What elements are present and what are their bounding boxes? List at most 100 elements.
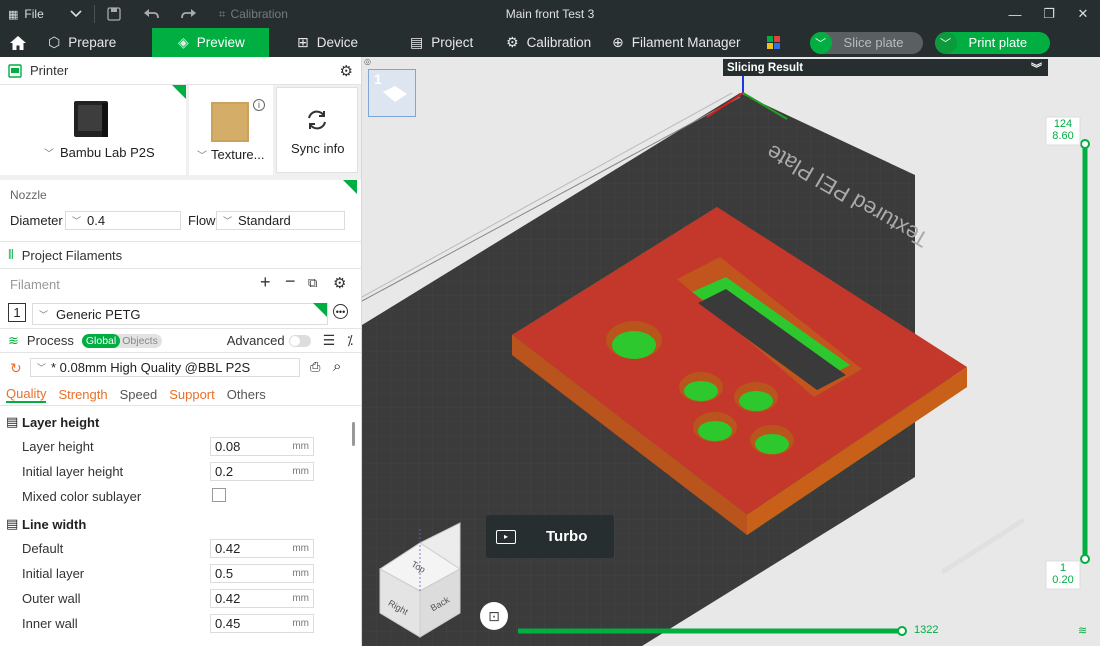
- calibration-menu[interactable]: ⌗ Calibration: [213, 0, 294, 28]
- chevron-down-icon: ﹀: [72, 216, 82, 226]
- toggle-objects[interactable]: Objects: [120, 334, 162, 348]
- sync-info-button[interactable]: Sync info: [276, 87, 358, 173]
- diameter-select[interactable]: ﹀ 0.4: [65, 211, 181, 230]
- home-icon: [10, 35, 26, 50]
- tab-speed[interactable]: Speed: [120, 387, 158, 402]
- tab-calibration[interactable]: ⚙ Calibration: [494, 28, 600, 57]
- multicolor-button[interactable]: [753, 28, 790, 57]
- layer-height-input[interactable]: 0.08 mm: [210, 437, 314, 456]
- home-button[interactable]: [0, 28, 36, 57]
- turbo-badge[interactable]: ▸ Turbo: [486, 515, 614, 558]
- mixed-color-checkbox[interactable]: [212, 488, 226, 502]
- filament-select[interactable]: ﹀ Generic PETG: [32, 303, 328, 325]
- advanced-toggle[interactable]: [288, 334, 311, 347]
- chevron-down-icon: ﹀: [39, 309, 49, 320]
- plate-thumbnail[interactable]: 1: [368, 69, 416, 117]
- global-objects-toggle[interactable]: Global Objects: [81, 333, 162, 348]
- chevron-down-icon[interactable]: ﹀: [809, 31, 832, 54]
- printer-selector[interactable]: ﹀ Bambu Lab P2S: [44, 145, 155, 160]
- plate-selector[interactable]: ﹀ Texture...: [197, 147, 264, 162]
- file-menu[interactable]: ▦ File: [0, 0, 50, 28]
- printer-name: Bambu Lab P2S: [60, 145, 155, 160]
- gear-icon[interactable]: ⚙: [333, 274, 346, 292]
- window-controls: — ❐ ✕: [998, 0, 1100, 28]
- param-value: 0.2: [215, 464, 234, 479]
- info-icon[interactable]: i: [253, 99, 265, 111]
- 3d-viewport[interactable]: Textured PEI Plate Top Right Back 1 ◎ Sl…: [362, 57, 1100, 646]
- minimize-button[interactable]: —: [998, 0, 1032, 28]
- close-button[interactable]: ✕: [1066, 0, 1100, 28]
- tab-quality[interactable]: Quality: [6, 386, 47, 403]
- tab-others[interactable]: Others: [227, 387, 266, 402]
- layer-bottom-number: 1: [1059, 562, 1067, 574]
- tab-support[interactable]: Support: [169, 387, 215, 402]
- tab-preview-label: Preview: [196, 35, 245, 50]
- collapse-icon[interactable]: ︾: [1031, 60, 1042, 76]
- chevron-down-icon: ﹀: [223, 216, 233, 226]
- selected-corner: [313, 303, 327, 317]
- tab-project-label: Project: [431, 35, 474, 50]
- param-value: 0.42: [215, 591, 241, 606]
- save-preset-icon[interactable]: ⎙: [310, 359, 320, 375]
- tab-preview[interactable]: ◈ Preview: [152, 28, 269, 57]
- initial-layer-line-width-input[interactable]: 0.5 mm: [210, 564, 314, 583]
- search-icon[interactable]: ⌕: [333, 358, 341, 375]
- slice-plate-button[interactable]: ﹀ Slice plate: [809, 31, 923, 54]
- compare-icon[interactable]: ⁒: [347, 333, 353, 349]
- tab-calibration-label: Calibration: [526, 35, 592, 50]
- outer-wall-line-width-input[interactable]: 0.42 mm: [210, 589, 314, 608]
- tab-device[interactable]: ⊞ Device: [269, 28, 386, 57]
- toggle-global[interactable]: Global: [81, 333, 121, 348]
- plate-card[interactable]: i ﹀ Texture...: [189, 85, 273, 175]
- undo-button[interactable]: [137, 0, 165, 28]
- inner-wall-line-width-input[interactable]: 0.45 mm: [210, 614, 314, 633]
- preset-name: * 0.08mm High Quality @BBL P2S: [51, 360, 251, 375]
- slicing-result-header[interactable]: Slicing Result ︾: [723, 59, 1048, 76]
- remove-filament-button[interactable]: −: [285, 271, 296, 292]
- tab-prepare[interactable]: ⬡ Prepare: [36, 28, 152, 57]
- fit-view-button[interactable]: ⊡: [480, 602, 508, 630]
- param-unit: mm: [292, 543, 309, 554]
- params-scrollbar[interactable]: [352, 422, 355, 446]
- gear-icon[interactable]: ⚙: [340, 62, 353, 80]
- param-label: Initial layer: [22, 566, 85, 581]
- more-options-icon[interactable]: •••: [333, 304, 348, 319]
- param-label: Mixed color sublayer: [22, 489, 142, 504]
- param-unit: mm: [292, 618, 309, 629]
- process-section-title: Process: [26, 333, 74, 348]
- sync-icon: [308, 110, 326, 130]
- preset-select[interactable]: ﹀ * 0.08mm High Quality @BBL P2S: [30, 358, 300, 377]
- layer-slider[interactable]: [1045, 116, 1090, 590]
- tab-filament-manager[interactable]: ⊕ Filament Manager: [600, 28, 753, 57]
- chevron-down-icon: [70, 10, 82, 18]
- list-icon[interactable]: ☰: [323, 332, 336, 349]
- param-label: Outer wall: [22, 591, 81, 606]
- redo-icon: [180, 9, 196, 19]
- add-filament-button[interactable]: +: [260, 272, 271, 293]
- file-menu-label: File: [24, 7, 44, 21]
- param-label: Inner wall: [22, 616, 78, 631]
- tab-project[interactable]: ▤ Project: [386, 28, 494, 57]
- sync-info-label: Sync info: [291, 141, 345, 156]
- default-line-width-input[interactable]: 0.42 mm: [210, 539, 314, 558]
- dropdown-chevron[interactable]: [64, 0, 88, 28]
- save-button[interactable]: [101, 0, 127, 28]
- layers-stack-icon[interactable]: ≋: [1078, 624, 1087, 637]
- flow-label: Flow: [188, 213, 216, 228]
- flow-select[interactable]: ﹀ Standard: [216, 211, 345, 230]
- left-sidebar: Printer ⚙ ﹀ Bambu Lab P2S i ﹀ Texture...…: [0, 57, 362, 646]
- filament-slot-number[interactable]: 1: [8, 303, 26, 322]
- tab-strength[interactable]: Strength: [58, 387, 107, 402]
- restore-button[interactable]: ❐: [1032, 0, 1066, 28]
- printer-card[interactable]: ﹀ Bambu Lab P2S: [0, 85, 186, 175]
- chevron-down-icon[interactable]: ﹀: [934, 31, 957, 54]
- eye-icon[interactable]: ◎: [364, 57, 371, 66]
- fit-view-icon: ⊡: [488, 607, 500, 624]
- print-plate-button[interactable]: ﹀ Print plate: [934, 31, 1050, 54]
- printer-icon: [8, 63, 22, 78]
- initial-layer-height-input[interactable]: 0.2 mm: [210, 462, 314, 481]
- reset-icon[interactable]: ↻: [10, 360, 22, 377]
- redo-button[interactable]: [175, 0, 203, 28]
- filament-sync-icon[interactable]: ⧉: [308, 275, 317, 291]
- selected-corner: [343, 180, 357, 194]
